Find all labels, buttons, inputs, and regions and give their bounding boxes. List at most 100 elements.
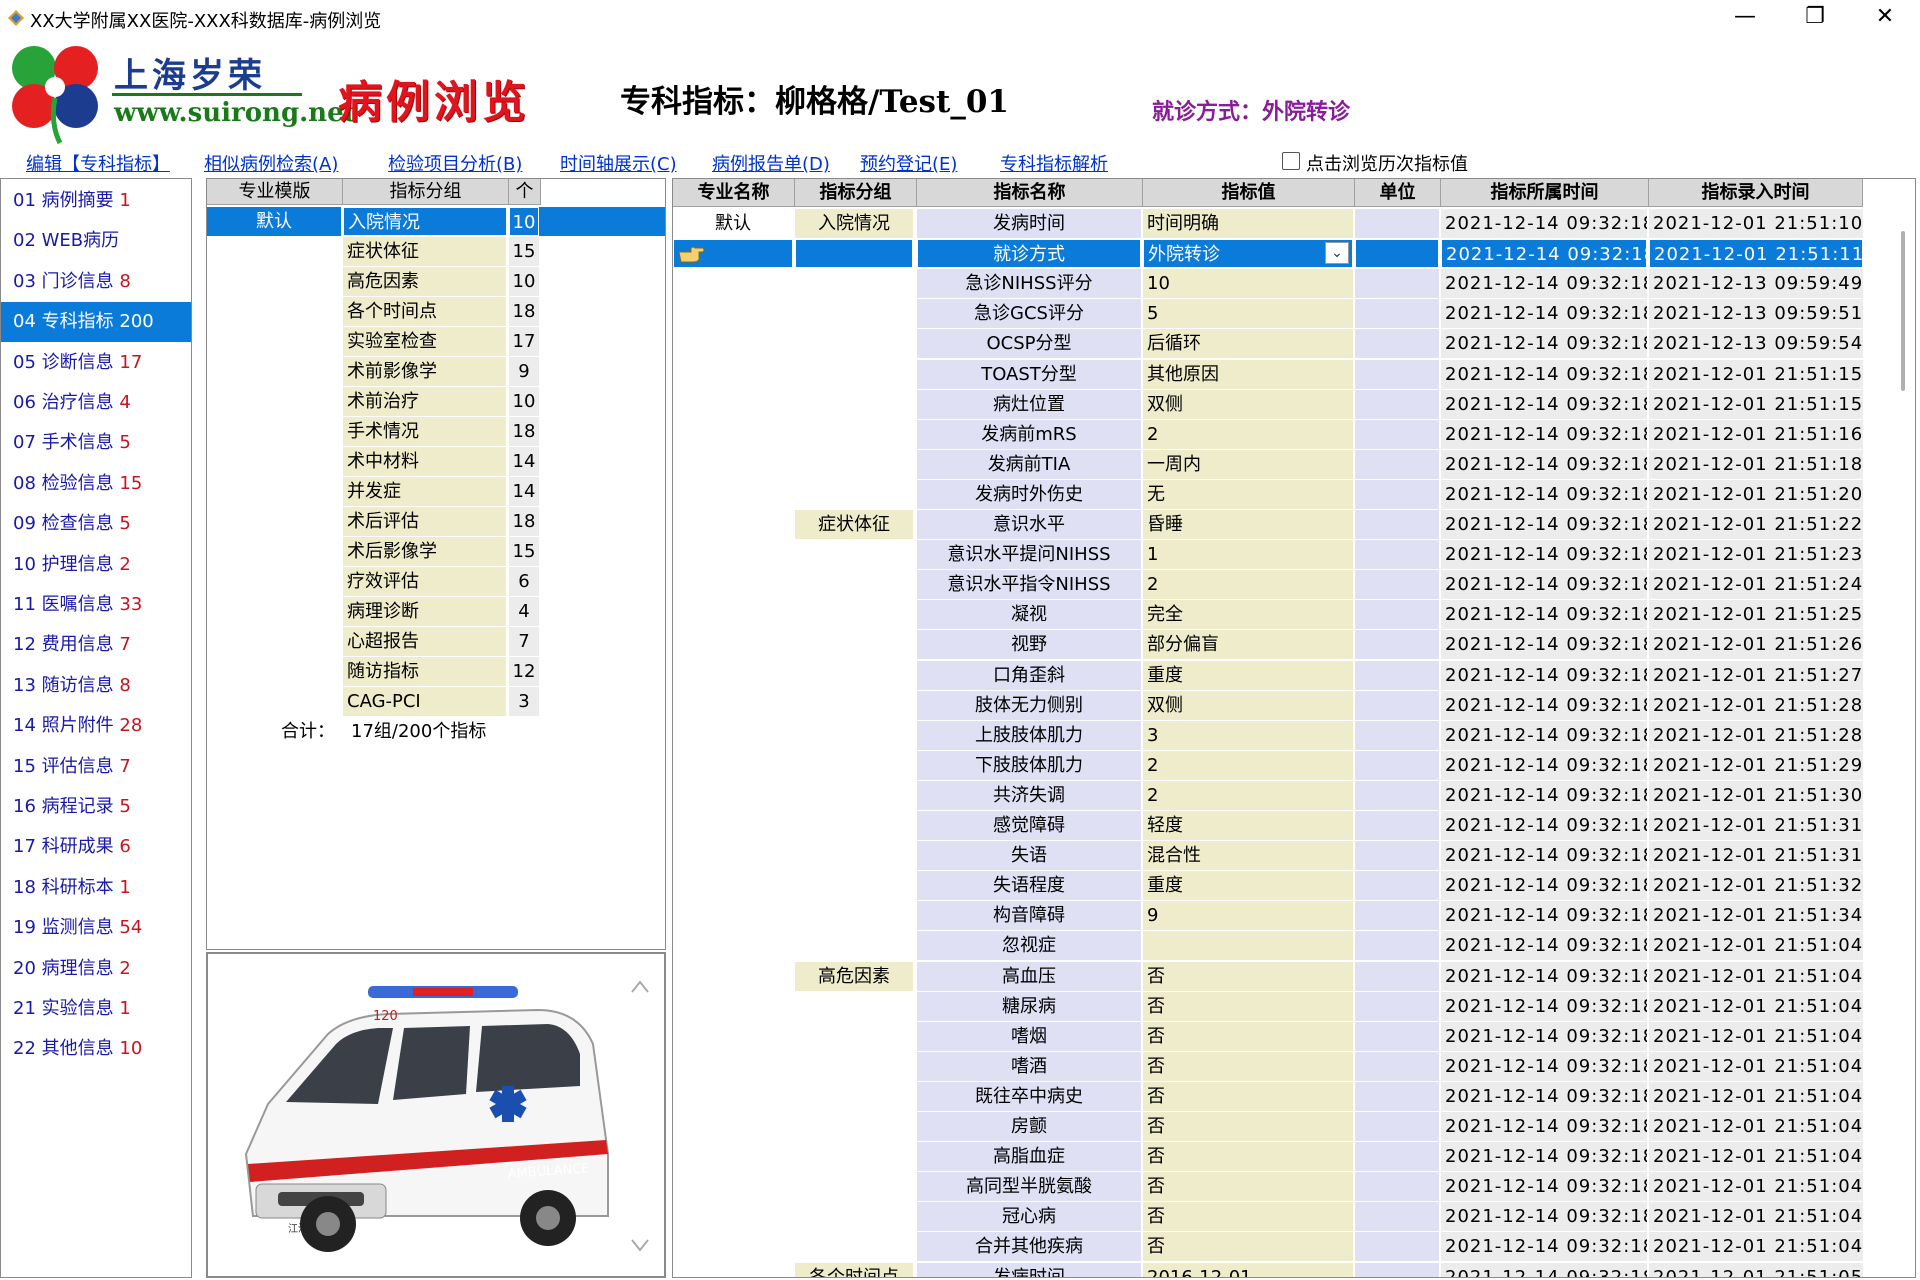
indicator-row[interactable]: 房颤否 2021-12-14 09:32:18 2021-12-01 21:51:0… (673, 1112, 1893, 1142)
nav-item[interactable]: 16 病程记录 5 (1, 787, 191, 827)
indicator-row[interactable]: 急诊GCS评分 5 2021-12-14 09:32:18 2021-12-13 09… (673, 299, 1893, 329)
indicator-row[interactable]: 构音障碍 9 2021-12-14 09:32:18 2021-12-01 21:51… (673, 901, 1893, 931)
nav-item[interactable]: 11 医嘱信息 33 (1, 585, 191, 625)
indicator-row[interactable]: 各个时间点 发病时间 2016-12-01 2021-12-14 09:32:18 20… (673, 1262, 1893, 1277)
group-row[interactable]: 术后评估 18 (207, 507, 665, 537)
scroll-down-icon[interactable] (631, 1239, 649, 1252)
indicator-row[interactable]: 下肢肢体肌力 2 2021-12-14 09:32:18 2021-12-01 21:… (673, 750, 1893, 781)
nav-item[interactable]: 05 诊断信息 17 (1, 343, 191, 383)
group-row[interactable]: 心超报告 7 (207, 627, 665, 657)
nav-item[interactable]: 08 检验信息 15 (1, 464, 191, 504)
minimize-button[interactable]: — (1710, 0, 1780, 36)
col-header-name[interactable]: 指标名称 (917, 179, 1143, 207)
maximize-button[interactable]: ❐ (1780, 0, 1850, 36)
indicator-row[interactable]: 既往卒中病史否 2021-12-14 09:32:18 2021-12-01 21:… (673, 1081, 1893, 1112)
group-row[interactable]: 症状体征 15 (207, 237, 665, 267)
nav-item[interactable]: 19 监测信息 54 (1, 908, 191, 948)
indicator-row[interactable]: 发病前mRS 2 2021-12-14 09:32:18 2021-12-01 21:… (673, 419, 1893, 450)
nav-item[interactable]: 12 费用信息 7 (1, 625, 191, 665)
indicator-row[interactable]: 合并其他疾病否 2021-12-14 09:32:18 2021-12-01 21:… (673, 1232, 1893, 1262)
col-header-unit[interactable]: 单位 (1355, 179, 1441, 207)
group-row[interactable]: 手术情况 18 (207, 417, 665, 447)
appointment-link[interactable]: 预约登记(E) (860, 150, 957, 176)
nav-item[interactable]: 21 实验信息 1 (1, 989, 191, 1029)
indicator-row[interactable]: 忽视症 2021-12-14 09:32:18 2021-12-01 21:51:0… (673, 931, 1893, 961)
col-header-group[interactable]: 指标分组 (343, 179, 509, 205)
group-row[interactable]: 实验室检查 17 (207, 327, 665, 357)
indicator-row[interactable]: TOAST分型 其他原因 2021-12-14 09:32:18 2021-12-01… (673, 359, 1893, 390)
group-row[interactable]: 术中材料 14 (207, 447, 665, 477)
indicator-row[interactable]: 凝视 完全 2021-12-14 09:32:18 2021-12-01 21:51:… (673, 600, 1893, 630)
indicator-row[interactable]: 病灶位置 双侧 2021-12-14 09:32:18 2021-12-01 21:5… (673, 389, 1893, 420)
col-header-template[interactable]: 专业模版 (207, 179, 343, 205)
indicator-row[interactable]: 高脂血症否 2021-12-14 09:32:18 2021-12-01 21:51… (673, 1142, 1893, 1172)
nav-item[interactable]: 15 评估信息 7 (1, 747, 191, 787)
chevron-down-icon[interactable]: ⌄ (1325, 242, 1349, 265)
group-row[interactable]: 术后影像学 15 (207, 537, 665, 567)
history-checkbox[interactable] (1282, 152, 1300, 170)
vertical-scrollbar[interactable] (1899, 207, 1909, 1277)
col-header-group[interactable]: 指标分组 (795, 179, 917, 207)
col-header-specialty[interactable]: 专业名称 (673, 179, 795, 207)
indicator-row[interactable]: 症状体征 意识水平 昏睡 2021-12-14 09:32:18 2021-12-01 … (673, 510, 1893, 540)
nav-item[interactable]: 03 门诊信息 8 (1, 262, 191, 302)
indicator-row[interactable]: 冠心病否 2021-12-14 09:32:18 2021-12-01 21:51:… (673, 1202, 1893, 1232)
group-row[interactable]: CAG-PCI 3 (207, 687, 665, 717)
group-row[interactable]: 默认 入院情况 10 (207, 207, 665, 237)
col-header-owned-time[interactable]: 指标所属时间 (1441, 179, 1649, 207)
indicator-row[interactable]: 失语 混合性 2021-12-14 09:32:18 2021-12-01 21:51… (673, 841, 1893, 871)
spec-analysis-link[interactable]: 专科指标解析 (1000, 150, 1108, 176)
nav-item[interactable]: 10 护理信息 2 (1, 545, 191, 585)
group-row[interactable]: 随访指标 12 (207, 657, 665, 687)
indicator-row[interactable]: 就诊方式 外院转诊 2021-12-14 09:32:18 2021-12-01 21… (673, 239, 1893, 269)
nav-item[interactable]: 07 手术信息 5 (1, 423, 191, 463)
indicator-row[interactable]: 失语程度 重度 2021-12-14 09:32:18 2021-12-01 21:5… (673, 871, 1893, 901)
nav-item[interactable]: 06 治疗信息 4 (1, 383, 191, 423)
group-row[interactable]: 高危因素 10 (207, 267, 665, 297)
nav-item[interactable]: 02 WEB病历 (1, 221, 191, 261)
group-row[interactable]: 各个时间点 18 (207, 297, 665, 327)
indicator-row[interactable]: 高同型半胱氨酸否 2021-12-14 09:32:18 2021-12-01 21… (673, 1172, 1893, 1202)
nav-item[interactable]: 01 病例摘要 1 (1, 181, 191, 221)
indicator-row[interactable]: 意识水平指令NIHSS 2 2021-12-14 09:32:18 2021-12-0… (673, 570, 1893, 600)
col-header-value[interactable]: 指标值 (1143, 179, 1355, 207)
group-row[interactable]: 术前影像学 9 (207, 357, 665, 387)
indicator-row[interactable]: 发病前TIA 一周内 2021-12-14 09:32:18 2021-12-01 2… (673, 449, 1893, 480)
similar-case-search-link[interactable]: 相似病例检索(A) (204, 150, 338, 176)
group-row[interactable]: 并发症 14 (207, 477, 665, 507)
col-header-entry-time[interactable]: 指标录入时间 (1649, 179, 1863, 207)
timeline-link[interactable]: 时间轴展示(C) (560, 150, 677, 176)
indicator-row[interactable]: 嗜酒否 2021-12-14 09:32:18 2021-12-01 21:51:0… (673, 1051, 1893, 1082)
indicator-row[interactable]: 糖尿病否 2021-12-14 09:32:18 2021-12-01 21:51:… (673, 991, 1893, 1022)
nav-item[interactable]: 14 照片附件 28 (1, 706, 191, 746)
lab-analysis-link[interactable]: 检验项目分析(B) (388, 150, 522, 176)
nav-item[interactable]: 13 随访信息 8 (1, 666, 191, 706)
nav-item[interactable]: 20 病理信息 2 (1, 949, 191, 989)
col-header-count[interactable]: 个 (509, 179, 541, 205)
case-report-link[interactable]: 病例报告单(D) (712, 150, 830, 176)
nav-item[interactable]: 22 其他信息 10 (1, 1029, 191, 1069)
nav-item[interactable]: 04 专科指标 200 (1, 302, 191, 343)
indicator-row[interactable]: 嗜烟否 2021-12-14 09:32:18 2021-12-01 21:51:0… (673, 1021, 1893, 1052)
indicator-row[interactable]: 急诊NIHSS评分 10 2021-12-14 09:32:18 2021-12-13… (673, 269, 1893, 299)
nav-item[interactable]: 09 检查信息 5 (1, 504, 191, 544)
nav-item[interactable]: 18 科研标本 1 (1, 868, 191, 908)
group-row[interactable]: 病理诊断 4 (207, 597, 665, 627)
indicator-row[interactable]: 肢体无力侧别 双侧 2021-12-14 09:32:18 2021-12-01 21… (673, 690, 1893, 721)
indicator-row[interactable]: 高危因素 高血压否 2021-12-14 09:32:18 2021-12-01 21… (673, 961, 1893, 992)
indicator-row[interactable]: 上肢肢体肌力 3 2021-12-14 09:32:18 2021-12-01 21:… (673, 720, 1893, 751)
close-button[interactable]: ✕ (1850, 0, 1920, 36)
indicator-row[interactable]: 发病时外伤史无 2021-12-14 09:32:18 2021-12-01 21:… (673, 479, 1893, 510)
indicator-row[interactable]: OCSP分型 后循环 2021-12-14 09:32:18 2021-12-13 0… (673, 329, 1893, 359)
group-row[interactable]: 疗效评估 6 (207, 567, 665, 597)
scrollbar-thumb[interactable] (1901, 231, 1905, 391)
indicator-row[interactable]: 感觉障碍 轻度 2021-12-14 09:32:18 2021-12-01 21:5… (673, 811, 1893, 841)
indicator-row[interactable]: 口角歪斜 重度 2021-12-14 09:32:18 2021-12-01 21:5… (673, 660, 1893, 691)
history-checkbox-label[interactable]: 点击浏览历次指标值 (1306, 150, 1468, 176)
indicator-value-cell[interactable]: 外院转诊 (1143, 239, 1353, 269)
group-row[interactable]: 术前治疗 10 (207, 387, 665, 417)
indicator-row[interactable]: 默认 入院情况 发病时间 时间明确 2021-12-14 09:32:18 2021-12… (673, 209, 1893, 239)
indicator-row[interactable]: 意识水平提问NIHSS 1 2021-12-14 09:32:18 2021-12-0… (673, 540, 1893, 570)
indicator-row[interactable]: 共济失调 2 2021-12-14 09:32:18 2021-12-01 21:51… (673, 780, 1893, 811)
nav-item[interactable]: 17 科研成果 6 (1, 827, 191, 867)
